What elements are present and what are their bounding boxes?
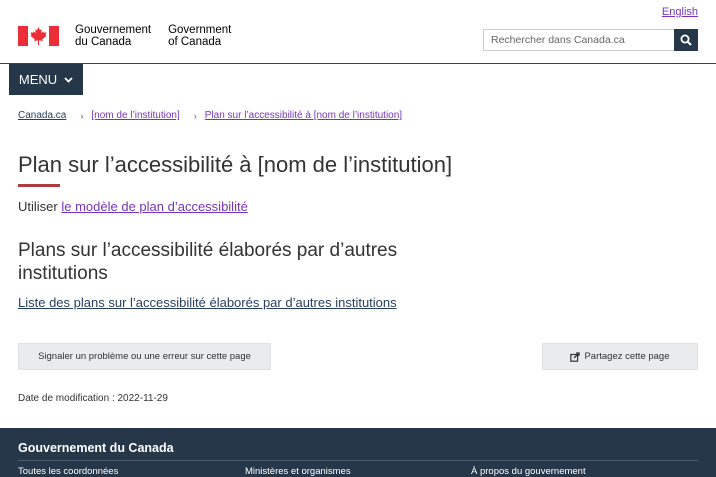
signature-en: Government of Canada <box>168 24 231 48</box>
chevron-down-icon <box>64 76 73 83</box>
breadcrumb-canada[interactable]: Canada.ca <box>18 110 66 121</box>
footer-divider <box>18 460 698 461</box>
search-input[interactable] <box>483 29 674 51</box>
breadcrumb-current-plan[interactable]: Plan sur l’accessibilité à [nom de l’ins… <box>205 110 402 121</box>
use-template-paragraph: Utiliser le modèle de plan d’accessibili… <box>18 199 248 214</box>
canada-flag-icon <box>18 26 59 46</box>
title-underline <box>18 184 60 187</box>
report-problem-button[interactable]: Signaler un problème ou une erreur sur c… <box>18 343 271 370</box>
signature-fr-line1: Gouvernement <box>75 24 152 36</box>
signature-en-line2: of Canada <box>168 36 222 48</box>
signature-en-line1: Government <box>168 24 232 36</box>
menu-label: MENU <box>18 72 58 87</box>
share-icon <box>570 351 581 362</box>
report-problem-label: Signaler un problème ou une erreur sur c… <box>38 351 251 362</box>
search-button[interactable] <box>674 29 698 51</box>
breadcrumb-separator: › <box>80 110 84 121</box>
use-prefix: Utiliser <box>18 199 58 214</box>
footer-link-contacts[interactable]: Toutes les coordonnées <box>18 466 118 477</box>
header-divider <box>0 63 716 64</box>
share-page-button[interactable]: Partagez cette page <box>542 343 698 370</box>
signature-fr-line2: du Canada <box>75 36 132 48</box>
search-form <box>483 29 698 51</box>
breadcrumb-institution[interactable]: [nom de l’institution] <box>91 110 179 121</box>
language-toggle-link[interactable]: English <box>662 6 698 18</box>
government-signature[interactable]: Gouvernement du Canada Government of Can… <box>18 24 231 48</box>
page-title: Plan sur l’accessibilité à [nom de l’ins… <box>18 152 453 177</box>
footer-link-about-government[interactable]: À propos du gouvernement <box>471 466 586 477</box>
footer-link-departments[interactable]: Ministères et organismes <box>245 466 351 477</box>
site-footer: Gouvernement du Canada Toutes les coordo… <box>0 428 716 477</box>
date-modified: Date de modification : 2022-11-29 <box>18 393 168 404</box>
breadcrumb: Canada.ca › [nom de l’institution] › Pla… <box>18 110 402 121</box>
share-page-label: Partagez cette page <box>584 351 670 362</box>
section-heading: Plans sur l’accessibilité élaborés par d… <box>18 240 398 284</box>
menu-button[interactable]: MENU <box>9 64 83 95</box>
breadcrumb-separator: › <box>193 110 197 121</box>
search-icon <box>680 34 692 46</box>
footer-title: Gouvernement du Canada <box>18 441 174 455</box>
other-plans-link[interactable]: Liste des plans sur l’accessibilité élab… <box>18 295 397 310</box>
signature-fr: Gouvernement du Canada <box>75 24 151 48</box>
template-link[interactable]: le modèle de plan d’accessibilité <box>61 199 247 214</box>
